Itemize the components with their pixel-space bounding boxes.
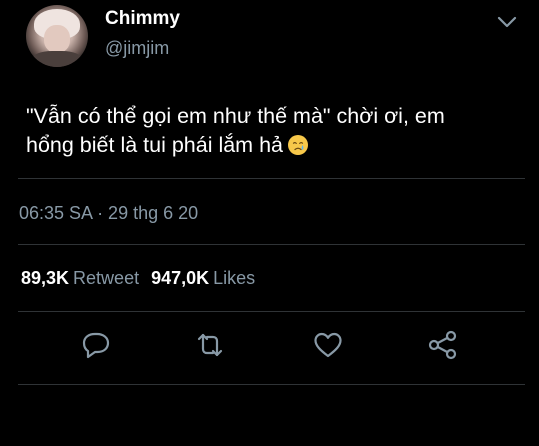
divider [18, 178, 525, 179]
divider [18, 244, 525, 245]
likes-count[interactable]: 947,0K [151, 268, 209, 288]
tweet-text-line-2: hổng biết là tui phái lắm hả [26, 131, 526, 160]
display-name[interactable]: Chimmy [105, 8, 180, 30]
avatar-face [44, 25, 70, 53]
share-icon [426, 329, 460, 366]
tweet-timestamp[interactable]: 06:35 SA · 29 thg 6 20 [19, 203, 198, 224]
retweet-button[interactable] [193, 332, 227, 362]
crying-face-emoji-icon [287, 134, 309, 156]
retweet-label[interactable]: Retweet [73, 268, 139, 288]
user-handle[interactable]: @jimjim [105, 38, 169, 59]
tweet-stats: 89,3K Retweet 947,0K Likes [21, 268, 255, 289]
avatar[interactable] [26, 5, 88, 67]
tweet-text-line-2-text: hổng biết là tui phái lắm hả [26, 133, 283, 157]
divider [18, 311, 525, 312]
like-button[interactable] [311, 332, 345, 362]
reply-icon [80, 330, 112, 365]
retweet-count[interactable]: 89,3K [21, 268, 69, 288]
avatar-shirt [32, 51, 82, 67]
divider [18, 384, 525, 385]
retweet-icon [193, 330, 227, 365]
tweet-text-line-1: "Vẫn có thể gọi em như thế mà" chời ơi, … [26, 104, 445, 128]
heart-icon [312, 330, 344, 365]
reply-button[interactable] [79, 332, 113, 362]
tweet-text: "Vẫn có thể gọi em như thế mà" chời ơi, … [26, 102, 526, 160]
share-button[interactable] [426, 330, 460, 362]
likes-label[interactable]: Likes [213, 268, 255, 288]
chevron-down-icon[interactable] [495, 12, 519, 32]
